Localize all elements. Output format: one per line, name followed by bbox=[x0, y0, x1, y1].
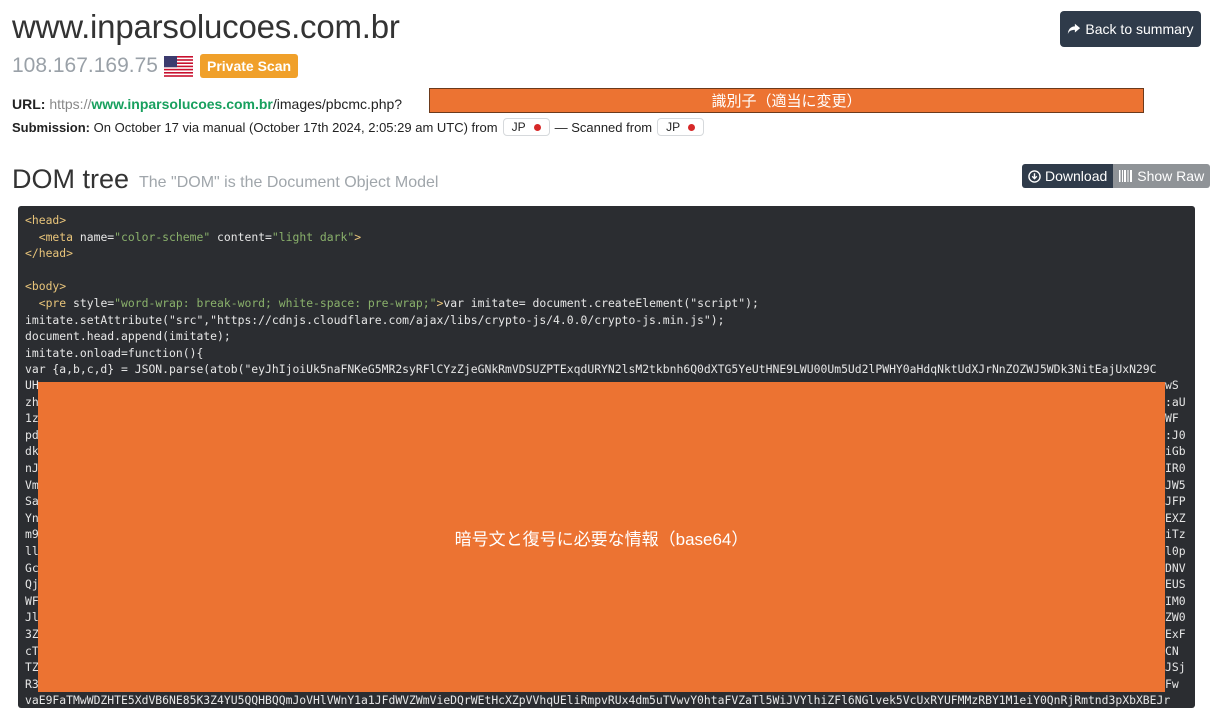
url-line: URL: https://www.inparsolucoes.com.br/im… bbox=[12, 96, 402, 112]
submission-line: Submission: On October 17 via manual (Oc… bbox=[12, 118, 709, 136]
code-right-fragments: wS :aU WF :J0 iGb IR0 JW5 JFP EXZ iTz l0… bbox=[1165, 378, 1186, 691]
back-to-summary-button[interactable]: Back to summary bbox=[1060, 11, 1201, 47]
dom-tree-title: DOM tree bbox=[12, 164, 130, 194]
show-raw-label: Show Raw bbox=[1137, 168, 1205, 184]
scanned-from-text: — Scanned from bbox=[554, 119, 653, 135]
dom-tree-subtitle: The "DOM" is the Document Object Model bbox=[139, 174, 439, 191]
page-title: www.inparsolucoes.com.br bbox=[12, 8, 400, 45]
code-left-fragments: UH zh 1z pd dk nJ Vm Sa Yn m9 ll Gc Qj W… bbox=[25, 378, 39, 691]
country-code: JP bbox=[666, 120, 681, 134]
ip-address: 108.167.169.75 bbox=[12, 54, 158, 77]
country-code: JP bbox=[511, 120, 526, 134]
submission-text: On October 17 via manual (October 17th 2… bbox=[93, 119, 498, 135]
url-path: /images/pbcmc.php? bbox=[272, 96, 403, 112]
download-button[interactable]: Download bbox=[1022, 164, 1114, 188]
url-host-link[interactable]: www.inparsolucoes.com.br bbox=[91, 96, 273, 112]
redacted-identifier: 識別子（適当に変更） bbox=[429, 88, 1144, 113]
redacted-ciphertext: 暗号文と復号に必要な情報（base64） bbox=[38, 382, 1165, 692]
submission-label: Submission: bbox=[12, 119, 91, 135]
back-to-summary-label: Back to summary bbox=[1085, 21, 1194, 37]
code-bottom-line: vaE9FaTMwWDZHTE5XdVB6NE85K3Z4YU5QQHBQQmJ… bbox=[25, 693, 1171, 707]
url-scheme: https:// bbox=[49, 96, 92, 112]
ip-row: 108.167.169.75 Private Scan bbox=[12, 54, 299, 78]
download-label: Download bbox=[1045, 168, 1108, 184]
jp-flag-icon bbox=[688, 123, 696, 131]
show-raw-button[interactable]: Show Raw bbox=[1113, 164, 1211, 188]
barcode-icon bbox=[1119, 170, 1133, 182]
country-pill-from[interactable]: JP bbox=[502, 118, 550, 136]
jp-flag-icon bbox=[533, 123, 541, 131]
dom-code: <head> <meta name="color-scheme" content… bbox=[25, 213, 1157, 377]
private-scan-badge: Private Scan bbox=[199, 54, 299, 78]
url-label: URL: bbox=[12, 96, 46, 112]
us-flag-icon bbox=[163, 55, 193, 77]
country-pill-scanned[interactable]: JP bbox=[657, 118, 705, 136]
dom-actions: Download Show Raw bbox=[1022, 164, 1211, 188]
download-icon bbox=[1028, 169, 1041, 183]
share-arrow-icon bbox=[1068, 23, 1081, 35]
